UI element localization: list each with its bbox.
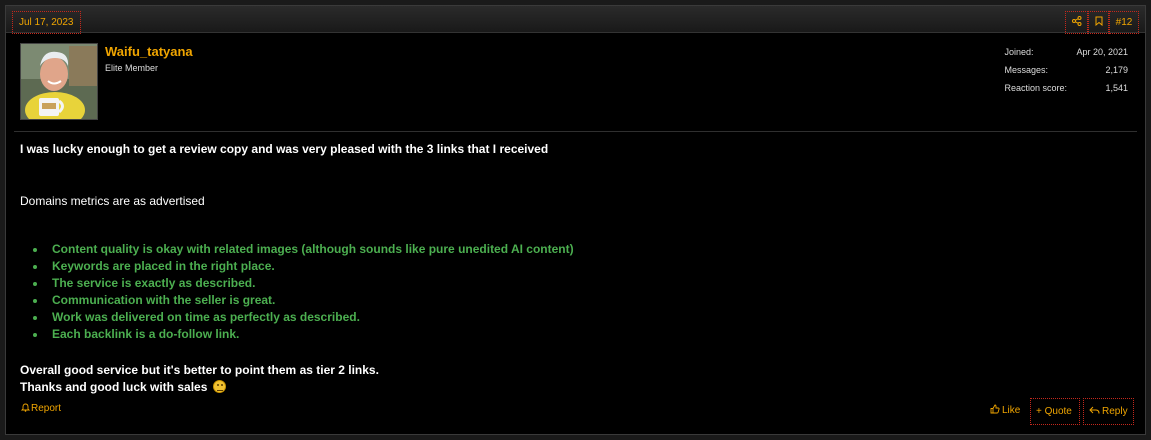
user-stats: Joined: Apr 20, 2021 Messages: 2,179 Rea… bbox=[1004, 45, 1128, 99]
list-item: Work was delivered on time as perfectly … bbox=[33, 309, 574, 326]
list-item: Each backlink is a do-follow link. bbox=[33, 326, 574, 343]
post-number-link[interactable]: #12 bbox=[1109, 11, 1139, 34]
stat-label: Reaction score: bbox=[1004, 83, 1067, 93]
stat-value: 1,541 bbox=[1105, 83, 1128, 93]
username[interactable]: Waifu_tatyana bbox=[105, 44, 193, 59]
like-button[interactable]: Like bbox=[985, 398, 1025, 425]
bookmark-button[interactable] bbox=[1088, 11, 1109, 34]
stat-label: Joined: bbox=[1004, 47, 1034, 57]
intro-paragraph: I was lucky enough to get a review copy … bbox=[20, 142, 549, 156]
forum-post: Jul 17, 2023 #12 Waifu_tatyana Elite Mem… bbox=[5, 5, 1146, 435]
report-link[interactable]: Report bbox=[20, 403, 62, 414]
metrics-paragraph: Domains metrics are as advertised bbox=[20, 194, 205, 208]
thanks-text: Thanks and good luck with sales bbox=[20, 380, 208, 394]
list-item: Communication with the seller is great. bbox=[33, 292, 574, 309]
thumbs-up-icon bbox=[990, 404, 1000, 414]
report-label: Report bbox=[31, 403, 62, 414]
list-item: Keywords are placed in the right place. bbox=[33, 258, 574, 275]
stat-value: 2,179 bbox=[1105, 65, 1128, 75]
stat-value: Apr 20, 2021 bbox=[1076, 47, 1128, 57]
reply-label: Reply bbox=[1102, 406, 1128, 417]
post-actions: Like + Quote Reply bbox=[887, 398, 1137, 425]
post-header: Jul 17, 2023 #12 bbox=[6, 6, 1145, 34]
thanks-paragraph: Thanks and good luck with sales bbox=[20, 379, 226, 396]
plus-icon: + bbox=[1036, 406, 1042, 417]
closing-paragraph: Overall good service but it's better to … bbox=[20, 363, 379, 377]
quote-label: Quote bbox=[1044, 406, 1072, 417]
list-item: Content quality is okay with related ima… bbox=[33, 241, 574, 258]
post-date-link[interactable]: Jul 17, 2023 bbox=[12, 11, 81, 34]
share-icon bbox=[1071, 16, 1081, 27]
like-label: Like bbox=[1002, 405, 1021, 416]
reply-button[interactable]: Reply bbox=[1083, 398, 1134, 425]
avatar[interactable] bbox=[20, 43, 98, 120]
stat-reaction-score: Reaction score: 1,541 bbox=[1004, 81, 1128, 99]
list-item: The service is exactly as described. bbox=[33, 275, 574, 292]
stat-joined: Joined: Apr 20, 2021 bbox=[1004, 45, 1128, 63]
post-divider bbox=[14, 131, 1137, 132]
review-bullet-list: Content quality is okay with related ima… bbox=[33, 241, 574, 343]
stat-messages: Messages: 2,179 bbox=[1004, 63, 1128, 81]
quote-button[interactable]: + Quote bbox=[1030, 398, 1080, 425]
stat-label: Messages: bbox=[1004, 65, 1048, 75]
bookmark-icon bbox=[1095, 16, 1102, 27]
share-button[interactable] bbox=[1065, 11, 1088, 34]
avatar-image bbox=[21, 44, 97, 119]
bell-icon bbox=[20, 403, 31, 412]
smile-emoji-icon bbox=[212, 380, 226, 393]
reply-arrow-icon bbox=[1089, 406, 1100, 414]
user-title: Elite Member bbox=[105, 63, 159, 73]
